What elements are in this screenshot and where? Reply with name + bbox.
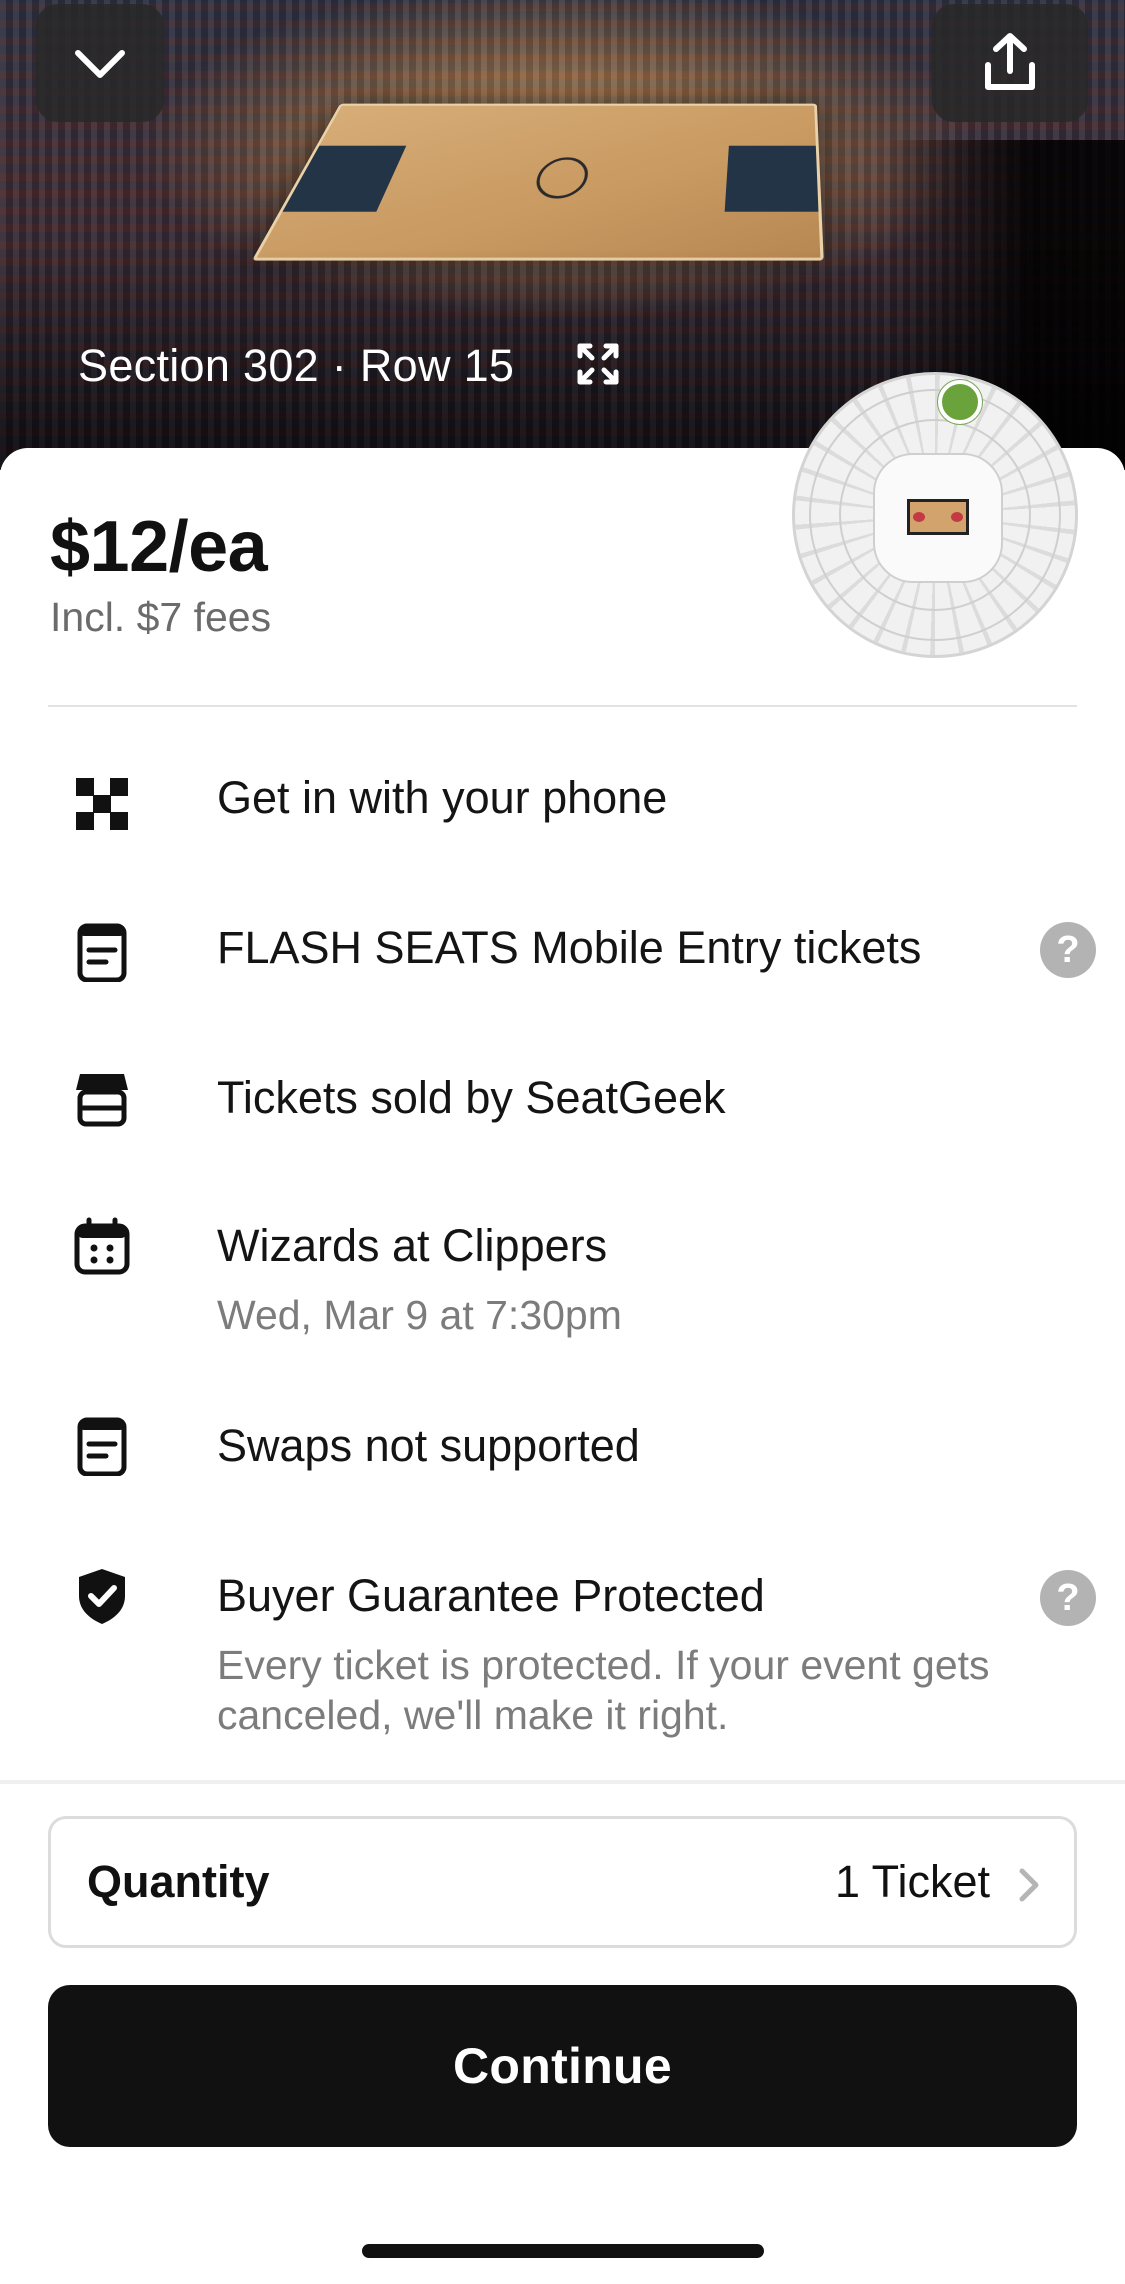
shield-check-icon <box>79 1569 125 1624</box>
seat-map-thumbnail[interactable] <box>792 372 1078 658</box>
quantity-value: 1 Ticket <box>834 1856 990 1907</box>
guarantee-description-line2: canceled, we'll make it right. <box>217 1692 729 1738</box>
divider <box>48 705 1077 707</box>
home-indicator[interactable] <box>362 2244 764 2258</box>
detail-title: Buyer Guarantee Protected <box>217 1570 765 1621</box>
price-per-ticket: $12/ea <box>50 507 268 587</box>
detail-title: Tickets sold by SeatGeek <box>217 1072 726 1123</box>
share-button[interactable] <box>932 4 1088 122</box>
event-datetime: Wed, Mar 9 at 7:30pm <box>217 1292 622 1338</box>
quantity-selector[interactable]: Quantity 1 Ticket <box>48 1816 1077 1948</box>
detail-title: Swaps not supported <box>217 1420 640 1471</box>
share-icon <box>985 33 1035 90</box>
seat-map-court <box>907 499 969 535</box>
chevron-down-icon <box>75 50 125 78</box>
basketball-court <box>251 103 824 261</box>
ticket-icon <box>77 1417 127 1476</box>
seat-location-marker <box>938 380 982 424</box>
chevron-right-icon <box>1019 1868 1039 1902</box>
continue-button[interactable]: Continue <box>48 1985 1077 2147</box>
detail-title: Get in with your phone <box>217 772 668 823</box>
store-icon <box>76 1074 128 1127</box>
paint-right <box>724 145 819 212</box>
qr-code-icon <box>76 778 128 830</box>
help-icon[interactable]: ? <box>1040 922 1096 978</box>
guarantee-description-line1: Every ticket is protected. If your event… <box>217 1642 990 1688</box>
quantity-label: Quantity <box>87 1856 270 1907</box>
calendar-icon <box>74 1217 130 1275</box>
detail-title: FLASH SEATS Mobile Entry tickets <box>217 922 922 973</box>
seat-location: Section 302 · Row 15 <box>78 340 515 391</box>
footer-divider <box>0 1780 1125 1784</box>
expand-icon[interactable] <box>574 340 622 388</box>
collapse-button[interactable] <box>36 4 164 122</box>
event-name: Wizards at Clippers <box>217 1220 608 1271</box>
fees-note: Incl. $7 fees <box>50 594 272 640</box>
center-circle <box>531 157 593 199</box>
help-icon[interactable]: ? <box>1040 1570 1096 1626</box>
ticket-icon <box>77 923 127 982</box>
